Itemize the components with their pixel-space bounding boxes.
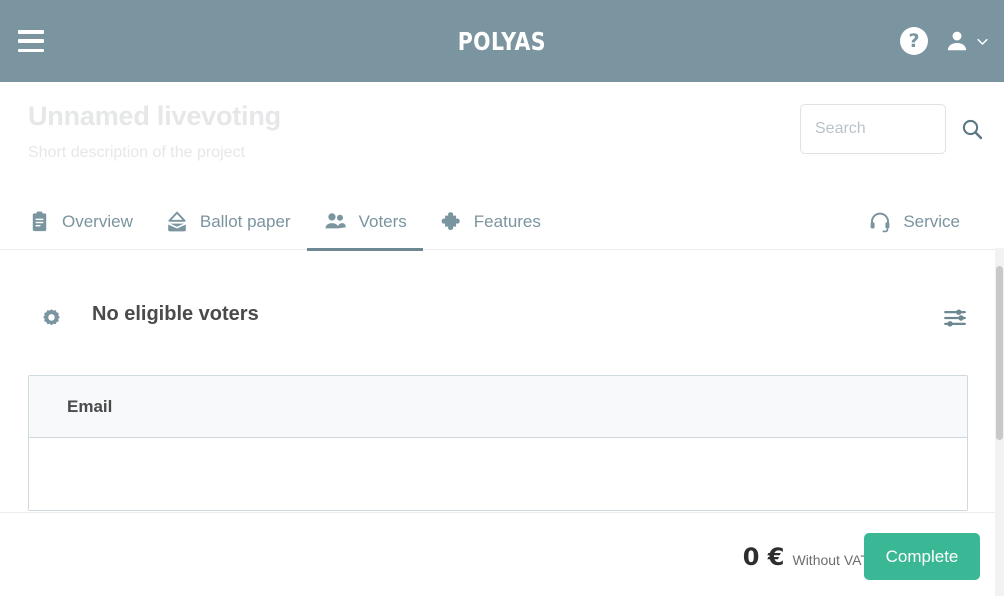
brand-logo: POLYAS: [0, 0, 1004, 82]
ballot-box-icon: [167, 211, 186, 231]
project-header: Unnamed livevoting Short description of …: [0, 82, 1004, 194]
tab-ballot-paper[interactable]: Ballot paper: [149, 194, 307, 250]
brand-logo-text: POLYAS: [457, 26, 547, 56]
section-title: No eligible voters: [92, 303, 259, 325]
price-vat-note: Without VAT: [792, 552, 869, 568]
top-bar: POLYAS ?: [0, 0, 1004, 82]
page-scrollbar-thumb[interactable]: [996, 266, 1003, 440]
person-icon: [947, 31, 967, 51]
search-icon: [962, 119, 983, 140]
tab-overview[interactable]: Overview: [28, 194, 149, 250]
tab-features-label: Features: [473, 211, 541, 231]
headset-icon: [870, 212, 890, 232]
complete-button[interactable]: Complete: [864, 533, 980, 580]
chevron-down-icon: [977, 38, 988, 45]
price-amount: 0 €: [742, 543, 785, 571]
filter-button[interactable]: [942, 305, 968, 331]
tab-features[interactable]: Features: [423, 194, 557, 250]
search-input[interactable]: [800, 104, 946, 154]
tab-service-label: Service: [903, 211, 960, 231]
price-summary: 0 € Without VAT: [743, 543, 869, 571]
main-tabs: Overview Ballot paper Voters Features Se…: [0, 194, 1004, 251]
tab-voters-label: Voters: [358, 211, 407, 231]
tab-service[interactable]: Service: [852, 194, 976, 250]
hamburger-line: [18, 30, 44, 34]
puzzle-piece-icon: [441, 211, 460, 230]
search-area: [800, 104, 984, 154]
gear-icon[interactable]: [40, 306, 63, 334]
search-button[interactable]: [960, 117, 984, 141]
top-bar-actions: ?: [900, 0, 990, 82]
people-icon: [325, 213, 346, 229]
tab-voters[interactable]: Voters: [306, 194, 424, 251]
clipboard-icon: [32, 211, 47, 232]
table-header-row: Email: [29, 376, 967, 438]
filter-sliders-icon: [944, 309, 966, 327]
hamburger-menu-icon[interactable]: [18, 26, 44, 56]
tab-overview-label: Overview: [62, 211, 133, 231]
project-description: Short description of the project: [28, 144, 246, 161]
voters-table: Email: [28, 375, 968, 511]
column-header-email[interactable]: Email: [29, 397, 112, 417]
tab-ballot-paper-label: Ballot paper: [199, 211, 291, 231]
hamburger-line: [18, 39, 44, 43]
help-icon[interactable]: ?: [900, 27, 928, 55]
footer-bar: 0 € Without VAT: [0, 513, 1004, 596]
voters-section-header: No eligible voters: [0, 250, 1004, 375]
table-empty-row: [29, 438, 967, 510]
account-menu[interactable]: [944, 28, 990, 54]
page-title: Unnamed livevoting: [28, 101, 281, 131]
hamburger-line: [18, 48, 44, 52]
